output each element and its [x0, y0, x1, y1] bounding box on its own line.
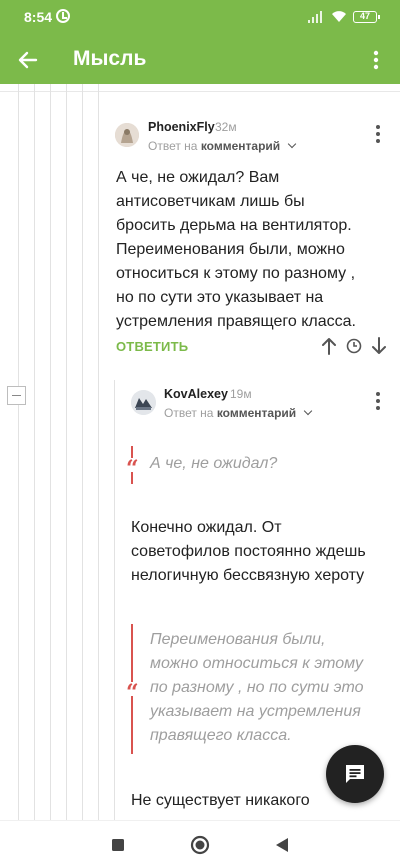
home-circle-icon	[190, 835, 210, 855]
quote-text-line: можно относиться к этому	[150, 655, 363, 672]
quote-icon: “	[126, 680, 139, 706]
square-icon	[112, 839, 124, 851]
home-button[interactable]	[188, 833, 212, 857]
quote-block: “ А че, не ожидал?	[126, 446, 381, 484]
comment-kovalexey: KovAlexey 19м Ответ на комментарий “ А ч…	[0, 0, 400, 820]
quote-text-line: правящего класса.	[150, 727, 292, 744]
write-comment-button[interactable]	[326, 745, 384, 803]
triangle-back-icon	[276, 838, 288, 852]
comment-text-line: Не существует никакого	[131, 792, 310, 809]
comment-text-line: нелогичную бессвязную хероту	[131, 567, 365, 584]
recents-button[interactable]	[106, 833, 130, 857]
quote-text-line: по разному , но по сути это	[150, 679, 364, 696]
comment-text-line: советофилов постоянно ждешь	[131, 543, 366, 560]
reply-target: комментарий	[216, 406, 297, 420]
back-nav-button[interactable]	[270, 833, 294, 857]
comment-time: 19м	[230, 387, 252, 401]
avatar[interactable]	[131, 390, 156, 415]
quote-block: “ Переименования были, можно относиться …	[126, 624, 381, 754]
quote-text: А че, не ожидал?	[150, 455, 278, 472]
reply-to-link[interactable]: Ответ на комментарий	[164, 406, 312, 420]
quote-text-line: Переименования были,	[150, 631, 326, 648]
comment-text-line: Конечно ожидал. От	[131, 519, 282, 536]
comment-menu-button[interactable]	[368, 389, 388, 413]
quote-text-line: указывает на устремления	[150, 703, 361, 720]
comments-icon	[346, 765, 364, 783]
system-navigation-bar	[0, 820, 400, 867]
quote-icon: “	[126, 456, 139, 482]
reply-prefix: Ответ на	[164, 406, 214, 420]
comment-author[interactable]: KovAlexey	[164, 387, 228, 401]
chevron-down-icon	[303, 406, 312, 416]
